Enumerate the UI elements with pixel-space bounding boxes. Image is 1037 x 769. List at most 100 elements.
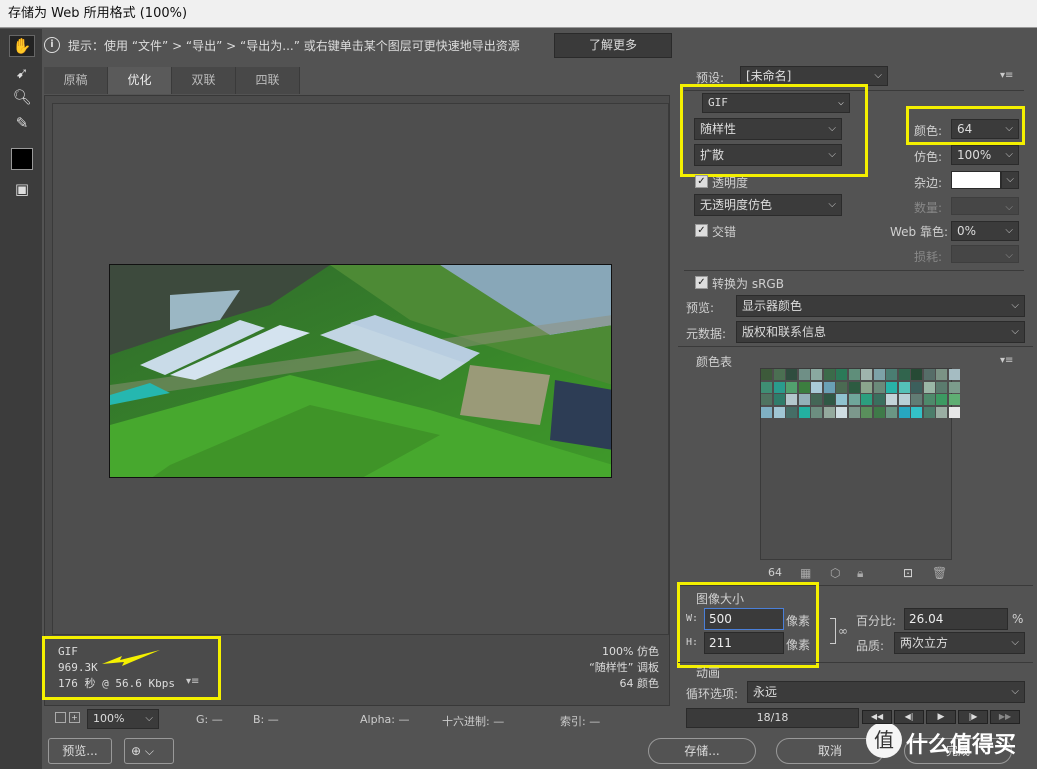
- palette-swatch[interactable]: [849, 394, 860, 405]
- preview-button[interactable]: 预览...: [48, 738, 112, 764]
- eyedropper-color-swatch[interactable]: [11, 148, 33, 170]
- palette-swatch[interactable]: [949, 369, 960, 380]
- loop-select[interactable]: 永远 ⌵: [747, 681, 1025, 703]
- transparency-checkbox[interactable]: ✓: [695, 175, 708, 188]
- palette-swatch[interactable]: [799, 394, 810, 405]
- tab-optimized[interactable]: 优化: [108, 67, 172, 94]
- palette-swatch[interactable]: [886, 406, 897, 418]
- palette-swatch[interactable]: [761, 394, 772, 405]
- palette-swatch[interactable]: [924, 394, 935, 405]
- palette-swatch[interactable]: [799, 369, 810, 380]
- palette-swatch[interactable]: [824, 381, 835, 393]
- preview-mode-select[interactable]: 显示器颜色 ⌵: [736, 295, 1025, 317]
- color-table-grid[interactable]: [760, 368, 960, 560]
- palette-swatch[interactable]: [786, 406, 797, 418]
- palette-swatch[interactable]: [824, 369, 835, 380]
- palette-swatch[interactable]: [936, 369, 947, 380]
- preset-select[interactable]: [未命名] ⌵: [740, 66, 888, 86]
- new-color-icon[interactable]: ⊡: [903, 566, 913, 580]
- matte-color-swatch[interactable]: [951, 171, 1001, 189]
- palette-swatch[interactable]: [774, 369, 785, 380]
- palette-swatch[interactable]: [911, 381, 922, 393]
- palette-swatch[interactable]: [949, 394, 960, 405]
- settings-menu-icon[interactable]: ▾≡: [1000, 70, 1013, 81]
- tab-4up[interactable]: 四联: [236, 67, 300, 94]
- palette-swatch[interactable]: [936, 381, 947, 393]
- palette-swatch[interactable]: [874, 394, 885, 405]
- tab-original[interactable]: 原稿: [44, 67, 108, 94]
- palette-swatch[interactable]: [786, 381, 797, 393]
- palette-swatch[interactable]: [786, 369, 797, 380]
- palette-swatch[interactable]: [861, 381, 872, 393]
- interlaced-checkbox[interactable]: ✓: [695, 224, 708, 237]
- palette-swatch[interactable]: [761, 406, 772, 418]
- palette-swatch[interactable]: [874, 406, 885, 418]
- map-transparency-icon[interactable]: ▦: [800, 566, 811, 580]
- lock-color-icon[interactable]: 🔒︎: [857, 566, 863, 581]
- palette-swatch[interactable]: [936, 406, 947, 418]
- palette-swatch[interactable]: [861, 394, 872, 405]
- palette-swatch[interactable]: [924, 369, 935, 380]
- color-table-menu-icon[interactable]: ▾≡: [1000, 355, 1013, 366]
- palette-swatch[interactable]: [949, 406, 960, 418]
- download-menu-icon[interactable]: ▾≡: [186, 676, 199, 687]
- browser-select[interactable]: ⊕ ⌵: [124, 738, 174, 764]
- learn-more-button[interactable]: 了解更多: [554, 33, 672, 58]
- palette-swatch[interactable]: [861, 406, 872, 418]
- palette-swatch[interactable]: [911, 406, 922, 418]
- palette-swatch[interactable]: [874, 381, 885, 393]
- prev-frame-icon[interactable]: ◀|: [894, 710, 924, 724]
- height-input[interactable]: 211: [704, 632, 784, 654]
- palette-swatch[interactable]: [849, 381, 860, 393]
- convert-srgb-checkbox[interactable]: ✓: [695, 276, 708, 289]
- web-shift-icon[interactable]: ⬡: [830, 566, 840, 580]
- next-frame-icon[interactable]: |▶: [958, 710, 988, 724]
- zoom-select[interactable]: 100% ⌵: [87, 709, 159, 729]
- save-button[interactable]: 存储...: [648, 738, 756, 764]
- palette-swatch[interactable]: [824, 406, 835, 418]
- palette-swatch[interactable]: [811, 369, 822, 380]
- palette-swatch[interactable]: [924, 381, 935, 393]
- palette-swatch[interactable]: [899, 369, 910, 380]
- palette-swatch[interactable]: [811, 406, 822, 418]
- palette-swatch[interactable]: [824, 394, 835, 405]
- palette-swatch[interactable]: [799, 381, 810, 393]
- palette-swatch[interactable]: [899, 381, 910, 393]
- palette-swatch[interactable]: [761, 369, 772, 380]
- palette-swatch[interactable]: [849, 406, 860, 418]
- palette-swatch[interactable]: [836, 406, 847, 418]
- palette-swatch[interactable]: [836, 394, 847, 405]
- matte-select[interactable]: ⌵: [1001, 171, 1019, 189]
- palette-swatch[interactable]: [899, 394, 910, 405]
- play-icon[interactable]: ▶: [926, 710, 956, 724]
- palette-swatch[interactable]: [774, 381, 785, 393]
- eyedropper-icon[interactable]: ✎: [9, 112, 35, 134]
- palette-swatch[interactable]: [899, 406, 910, 418]
- zoom-out-icon[interactable]: [55, 712, 66, 723]
- hand-icon[interactable]: ✋: [9, 35, 35, 57]
- zoom-in-icon[interactable]: +: [69, 712, 80, 723]
- palette-swatch[interactable]: [811, 381, 822, 393]
- slice-select-icon[interactable]: ➹: [9, 62, 35, 84]
- palette-swatch[interactable]: [861, 369, 872, 380]
- percent-input[interactable]: 26.04: [904, 608, 1008, 630]
- palette-swatch[interactable]: [836, 381, 847, 393]
- transparency-dither-select[interactable]: 无透明度仿色 ⌵: [694, 194, 842, 216]
- first-frame-icon[interactable]: ◀◀: [862, 710, 892, 724]
- palette-swatch[interactable]: [911, 369, 922, 380]
- palette-swatch[interactable]: [786, 394, 797, 405]
- palette-swatch[interactable]: [949, 381, 960, 393]
- palette-swatch[interactable]: [836, 369, 847, 380]
- palette-swatch[interactable]: [774, 394, 785, 405]
- palette-swatch[interactable]: [886, 381, 897, 393]
- zoom-icon[interactable]: 🔍︎: [9, 86, 35, 108]
- preview-image[interactable]: [109, 264, 612, 478]
- palette-swatch[interactable]: [911, 394, 922, 405]
- palette-swatch[interactable]: [799, 406, 810, 418]
- palette-swatch[interactable]: [761, 381, 772, 393]
- tab-2up[interactable]: 双联: [172, 67, 236, 94]
- palette-swatch[interactable]: [924, 406, 935, 418]
- palette-swatch[interactable]: [849, 369, 860, 380]
- palette-swatch[interactable]: [811, 394, 822, 405]
- palette-swatch[interactable]: [874, 369, 885, 380]
